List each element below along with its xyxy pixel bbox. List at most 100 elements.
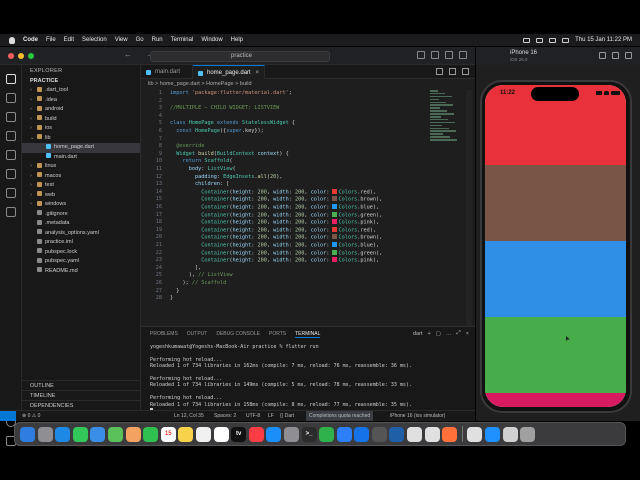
remote-indicator-icon[interactable] <box>0 411 16 421</box>
line-ending[interactable]: LF <box>268 411 274 421</box>
dock-settings-icon[interactable] <box>283 426 299 442</box>
timeline-section[interactable]: TIMELINE <box>22 390 141 400</box>
tab-ports[interactable]: PORTS <box>269 331 286 338</box>
tree-item[interactable]: › web <box>22 191 140 201</box>
code-line[interactable]: Container(height: 200, width: 200, color… <box>170 188 376 195</box>
tree-item[interactable]: › test <box>22 181 140 191</box>
encoding[interactable]: UTF-8 <box>246 411 260 421</box>
dock-freeform-icon[interactable] <box>213 426 229 442</box>
home-icon[interactable] <box>599 52 606 59</box>
apple-icon[interactable] <box>9 36 15 44</box>
code-line[interactable]: const HomePage({super.key}); <box>170 128 264 134</box>
menu-window[interactable]: Window <box>201 37 222 43</box>
tree-item[interactable]: ⌄ lib <box>22 134 140 144</box>
extensions-icon[interactable] <box>6 150 16 160</box>
code-line[interactable]: ); // Scaffold <box>170 280 226 286</box>
indentation[interactable]: Spaces: 2 <box>214 411 236 421</box>
code-line[interactable]: padding: EdgeInsets.all(20), <box>170 174 282 180</box>
code-line[interactable]: Container(height: 200, width: 200, color… <box>170 242 379 249</box>
menu-edit[interactable]: Edit <box>64 37 74 43</box>
code-line[interactable]: ], <box>170 265 201 271</box>
dock-finder-icon[interactable] <box>20 426 35 442</box>
code-line[interactable]: Container(height: 200, width: 200, color… <box>170 219 379 226</box>
dock-vscode-icon[interactable] <box>389 426 405 442</box>
kill-terminal-icon[interactable]: ▢ <box>436 331 441 337</box>
flutter-icon[interactable] <box>6 188 16 198</box>
dock-calendar-icon[interactable]: 15 <box>160 426 176 442</box>
dock-mail-icon[interactable] <box>90 426 106 442</box>
tree-item[interactable]: analysis_options.yaml <box>22 229 140 239</box>
dock-preview-icon[interactable] <box>502 426 518 442</box>
dock-reminders-icon[interactable] <box>195 426 211 442</box>
battery-icon[interactable] <box>523 37 531 43</box>
tree-item[interactable]: home_page.dart <box>22 143 140 153</box>
tree-item[interactable]: › android <box>22 105 140 115</box>
more-actions-icon[interactable] <box>462 68 469 75</box>
code-line[interactable]: children: [ <box>170 181 229 187</box>
minimize-window-button[interactable] <box>18 53 24 59</box>
code-line[interactable]: ), // ListView <box>170 272 233 278</box>
dock-safari-icon[interactable] <box>55 426 71 442</box>
customize-layout-icon[interactable] <box>459 51 467 59</box>
screenshot-icon[interactable] <box>612 52 619 59</box>
dock-facetime-icon[interactable] <box>143 426 159 442</box>
tab-home-page-dart[interactable]: home_page.dart × <box>193 65 265 79</box>
code-line[interactable]: Container(height: 200, width: 200, color… <box>170 226 376 233</box>
cursor-position[interactable]: Ln 12, Col 35 <box>174 411 204 421</box>
dock-music-icon[interactable] <box>248 426 264 442</box>
toggle-sidebar-icon[interactable] <box>417 51 425 59</box>
code-line[interactable]: //MULTIPLE — CHILD WIDGET: LISTVIEW <box>170 105 279 111</box>
tree-item[interactable]: .metadata <box>22 219 140 229</box>
menu-selection[interactable]: Selection <box>82 37 107 43</box>
dock-xcode-icon[interactable] <box>354 426 370 442</box>
tree-item[interactable]: .gitignore <box>22 210 140 220</box>
wifi-icon[interactable] <box>536 37 544 43</box>
tree-item[interactable]: › .idea <box>22 96 140 106</box>
tree-item[interactable]: practice.iml <box>22 238 140 248</box>
tree-item[interactable]: › windows <box>22 200 140 210</box>
menu-app-name[interactable]: Code <box>23 37 38 43</box>
terminal-shell-label[interactable]: dart <box>413 331 422 337</box>
tab-terminal[interactable]: TERMINAL <box>295 331 321 338</box>
dock-keynote-icon[interactable] <box>336 426 352 442</box>
minimap[interactable] <box>430 90 460 150</box>
tree-item[interactable]: pubspec.lock <box>22 248 140 258</box>
tab-debug-console[interactable]: DEBUG CONSOLE <box>216 331 260 338</box>
problems-count[interactable]: ⊗ 0 ⚠ 0 <box>22 411 40 421</box>
project-folder-header[interactable]: PRACTICE <box>22 77 140 86</box>
tree-item[interactable]: main.dart <box>22 153 140 163</box>
explorer-icon[interactable] <box>6 74 16 84</box>
code-line[interactable]: class HomePage extends StatelessWidget { <box>170 120 295 126</box>
menu-go[interactable]: Go <box>136 37 144 43</box>
code-line[interactable]: Container(height: 200, width: 200, color… <box>170 211 382 218</box>
breadcrumb[interactable]: lib > home_page.dart > HomePage > build <box>148 80 252 89</box>
outline-section[interactable]: OUTLINE <box>22 380 141 390</box>
dock-downloads-icon[interactable] <box>485 426 501 442</box>
search-icon[interactable] <box>6 93 16 103</box>
dock-appstore-icon[interactable] <box>266 426 282 442</box>
menu-terminal[interactable]: Terminal <box>171 37 194 43</box>
dock-photos-icon[interactable] <box>125 426 141 442</box>
new-terminal-icon[interactable]: + <box>427 331 430 337</box>
dependencies-section[interactable]: DEPENDENCIES <box>22 400 141 410</box>
tab-main-dart[interactable]: main.dart <box>141 65 193 79</box>
tab-output[interactable]: OUTPUT <box>187 331 208 338</box>
dock-numbers-icon[interactable] <box>319 426 335 442</box>
dock-trash-icon[interactable] <box>520 426 536 442</box>
toggle-secondary-sidebar-icon[interactable] <box>445 51 453 59</box>
tree-item[interactable]: › linux <box>22 162 140 172</box>
code-line[interactable]: Container(height: 200, width: 200, color… <box>170 196 382 203</box>
dock-maps-icon[interactable] <box>107 426 123 442</box>
code-line[interactable]: import 'package:flutter/material.dart'; <box>170 90 292 96</box>
maximize-panel-icon[interactable]: ⤢ <box>456 330 460 337</box>
code-line[interactable]: Container(height: 200, width: 200, color… <box>170 257 379 264</box>
tree-item[interactable]: pubspec.yaml <box>22 257 140 267</box>
dock-launchpad-icon[interactable] <box>37 426 53 442</box>
language-mode[interactable]: {} Dart <box>280 411 294 421</box>
code-line[interactable]: Container(height: 200, width: 200, color… <box>170 234 382 241</box>
menubar-clock[interactable]: Thu 15 Jan 11:22 PM <box>575 37 632 43</box>
dock-tv-icon[interactable]: tv <box>231 426 247 442</box>
dock-notes-icon[interactable] <box>178 426 194 442</box>
dock-chrome-2-icon[interactable] <box>424 426 440 442</box>
tree-item[interactable]: › macos <box>22 172 140 182</box>
